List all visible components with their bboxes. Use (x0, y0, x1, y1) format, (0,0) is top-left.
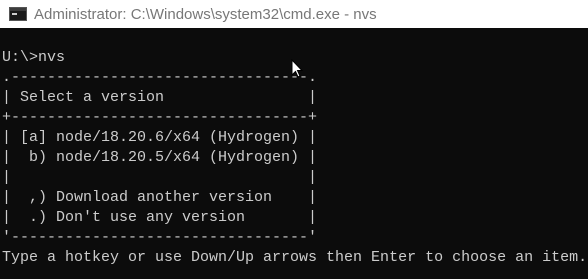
menu-header-separator: +---------------------------------+ (2, 109, 318, 126)
menu-spacer: | | (2, 169, 318, 186)
menu-option-none[interactable]: | .) Don't use any version | (2, 208, 317, 228)
window-title: Administrator: C:\Windows\system32\cmd.e… (34, 5, 377, 23)
instructions-line: Type a hotkey or use Down/Up arrows then… (2, 249, 588, 266)
prompt-line: U:\>nvs (2, 49, 66, 66)
cmd-console-icon (9, 7, 27, 21)
menu-top-border: .---------------------------------. (2, 69, 318, 86)
menu-option-b[interactable]: | b) node/18.20.5/x64 (Hydrogen) | (2, 148, 317, 168)
menu-option-download[interactable]: | ,) Download another version | (2, 188, 317, 208)
title-bar[interactable]: Administrator: C:\Windows\system32\cmd.e… (0, 0, 588, 28)
menu-header: | Select a version | (2, 89, 318, 106)
mouse-pointer-icon (291, 59, 303, 78)
menu-bottom-border: '---------------------------------' (2, 229, 318, 246)
menu-option-a[interactable]: | [a] node/18.20.6/x64 (Hydrogen) | (2, 128, 317, 148)
